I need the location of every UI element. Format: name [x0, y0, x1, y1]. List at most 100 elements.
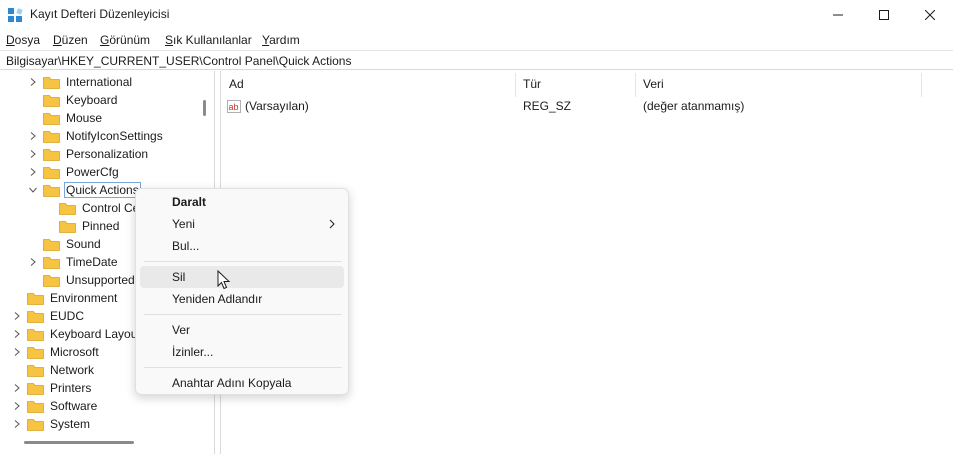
tree-item-label: TimeDate — [66, 255, 118, 269]
menu-help[interactable]: Yardım — [262, 33, 300, 47]
chevron-right-icon[interactable] — [27, 256, 39, 268]
tree-item-label: Control Ce — [82, 201, 140, 215]
menu-file[interactable]: Dosya — [6, 33, 40, 47]
tree-item[interactable]: International — [27, 73, 134, 91]
minimize-button[interactable] — [815, 0, 861, 30]
tree-item[interactable]: Printers — [11, 379, 93, 397]
tree-item-label: PowerCfg — [66, 165, 119, 179]
value-type: REG_SZ — [523, 99, 572, 113]
menu-item-rename[interactable]: Yeniden Adlandır — [140, 288, 344, 310]
tree-item-label: International — [66, 75, 133, 89]
value-name: (Varsayılan) — [245, 99, 309, 113]
maximize-button[interactable] — [861, 0, 907, 30]
address-path[interactable]: Bilgisayar\HKEY_CURRENT_USER\Control Pan… — [6, 54, 351, 68]
folder-icon — [43, 148, 60, 161]
tree-item[interactable]: UnsupportedI — [27, 271, 140, 289]
folder-icon — [43, 238, 60, 251]
chevron-right-icon[interactable] — [27, 166, 39, 178]
tree-horizontal-scrollbar[interactable] — [24, 441, 134, 444]
tree-vertical-scrollbar[interactable] — [203, 100, 206, 116]
tree-item[interactable]: Keyboard Layout — [11, 325, 143, 343]
chevron-right-icon[interactable] — [11, 328, 23, 340]
chevron-down-icon[interactable] — [27, 184, 39, 196]
tree-item[interactable]: TimeDate — [27, 253, 120, 271]
tree-item[interactable]: Keyboard — [27, 91, 119, 109]
folder-icon — [27, 418, 44, 431]
folder-icon — [43, 94, 60, 107]
chevron-right-icon[interactable] — [11, 346, 23, 358]
chevron-right-icon[interactable] — [27, 76, 39, 88]
folder-icon — [59, 202, 76, 215]
menu-item-new[interactable]: Yeni — [140, 213, 344, 235]
tree-item-label: Software — [50, 399, 98, 413]
column-divider[interactable] — [635, 73, 636, 97]
tree-item-label: Printers — [50, 381, 92, 395]
tree-item[interactable]: Control Ce — [43, 199, 141, 217]
folder-icon — [27, 346, 44, 359]
folder-icon — [27, 310, 44, 323]
tree-item[interactable]: Mouse — [27, 109, 104, 127]
tree-item-label: NotifyIconSettings — [66, 129, 163, 143]
folder-icon — [27, 382, 44, 395]
tree-item[interactable]: Microsoft — [11, 343, 101, 361]
table-row[interactable]: ab (Varsayılan) REG_SZ (değer atanmamış) — [221, 97, 953, 117]
context-menu: Daralt Yeni Bul... Sil Yeniden Adlandır … — [135, 188, 349, 395]
tree-item-label: UnsupportedI — [66, 273, 139, 287]
tree-item[interactable]: Sound — [27, 235, 103, 253]
menu-item-export[interactable]: Ver — [140, 319, 344, 341]
column-header-name[interactable]: Ad — [229, 71, 244, 97]
menu-view[interactable]: Görünüm — [100, 33, 150, 47]
tree-item-label: Keyboard — [66, 93, 118, 107]
tree-item[interactable]: Pinned — [43, 217, 121, 235]
folder-icon — [27, 292, 44, 305]
chevron-right-icon[interactable] — [11, 400, 23, 412]
title-bar: Kayıt Defteri Düzenleyicisi — [0, 0, 953, 30]
folder-icon — [43, 256, 60, 269]
folder-icon — [59, 220, 76, 233]
menu-item-copy-key-name[interactable]: Anahtar Adını Kopyala — [140, 372, 344, 394]
tree-item-label: Pinned — [82, 219, 120, 233]
mouse-cursor-icon — [217, 270, 231, 290]
column-divider[interactable] — [921, 73, 922, 97]
menu-item-find[interactable]: Bul... — [140, 235, 344, 257]
chevron-right-icon[interactable] — [11, 310, 23, 322]
string-value-icon: ab — [227, 100, 241, 113]
value-data: (değer atanmamış) — [643, 99, 745, 113]
tree-item[interactable]: PowerCfg — [27, 163, 121, 181]
column-header-type[interactable]: Tür — [523, 71, 541, 97]
chevron-right-icon — [329, 219, 335, 229]
tree-item-label: Quick Actions — [64, 182, 141, 198]
svg-text:ab: ab — [229, 102, 239, 112]
menu-favorites[interactable]: Sık Kullanılanlar — [165, 33, 252, 47]
menu-item-permissions[interactable]: İzinler... — [140, 341, 344, 363]
column-divider[interactable] — [515, 73, 516, 97]
menu-bar: Dosya Düzen Görünüm Sık Kullanılanlar Ya… — [0, 30, 953, 50]
chevron-right-icon[interactable] — [11, 418, 23, 430]
chevron-right-icon[interactable] — [27, 130, 39, 142]
menu-item-collapse[interactable]: Daralt — [140, 191, 344, 213]
tree-item[interactable]: Network — [11, 361, 96, 379]
tree-item[interactable]: Personalization — [27, 145, 150, 163]
tree-item[interactable]: EUDC — [11, 307, 86, 325]
tree-item-label: Microsoft — [50, 345, 99, 359]
chevron-right-icon[interactable] — [11, 382, 23, 394]
chevron-right-icon[interactable] — [27, 148, 39, 160]
menu-item-delete[interactable]: Sil — [140, 266, 344, 288]
tree-item-label: Network — [50, 363, 95, 377]
folder-icon — [43, 274, 60, 287]
address-bar[interactable]: Bilgisayar\HKEY_CURRENT_USER\Control Pan… — [0, 50, 953, 70]
menu-edit[interactable]: Düzen — [53, 33, 88, 47]
folder-icon — [43, 166, 60, 179]
tree-item-label: Keyboard Layout — [50, 327, 141, 341]
tree-item[interactable]: Software — [11, 397, 99, 415]
tree-item[interactable]: Environment — [11, 289, 119, 307]
column-header-data[interactable]: Veri — [643, 71, 664, 97]
menu-divider — [144, 367, 342, 368]
close-icon — [925, 10, 935, 20]
minimize-icon — [833, 14, 843, 16]
tree-item-selected[interactable]: Quick Actions — [27, 181, 141, 199]
tree-item[interactable]: System — [11, 415, 92, 433]
close-button[interactable] — [907, 0, 953, 30]
tree-item-label: EUDC — [50, 309, 85, 323]
tree-item[interactable]: NotifyIconSettings — [27, 127, 165, 145]
